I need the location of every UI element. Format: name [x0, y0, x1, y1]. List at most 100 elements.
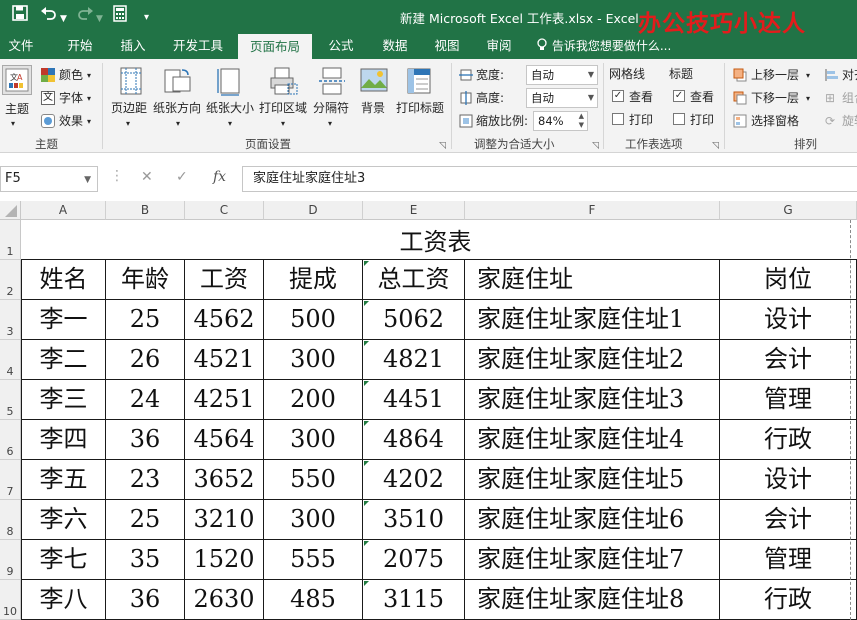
size-icon[interactable]: [215, 66, 245, 96]
column-header-d[interactable]: D: [264, 201, 363, 220]
headings-print-checkbox[interactable]: [673, 113, 685, 125]
table-cell[interactable]: 家庭住址家庭住址1: [465, 300, 720, 340]
margins-icon[interactable]: [116, 66, 146, 96]
table-cell[interactable]: 李五: [21, 460, 106, 500]
gridlines-view-checkbox[interactable]: ✓: [612, 90, 624, 102]
table-cell[interactable]: 1520: [185, 540, 264, 580]
table-cell[interactable]: 3652: [185, 460, 264, 500]
table-cell[interactable]: 行政: [720, 580, 857, 620]
print-area-icon[interactable]: [268, 66, 298, 96]
save-icon[interactable]: [12, 5, 28, 26]
header-cell[interactable]: 岗位: [720, 260, 857, 300]
tab-insert[interactable]: 插入: [110, 34, 156, 59]
table-cell[interactable]: 会计: [720, 500, 857, 540]
column-header-e[interactable]: E: [363, 201, 465, 220]
margins-dropdown-icon[interactable]: ▾: [126, 117, 130, 131]
redo-icon[interactable]: [76, 5, 94, 26]
table-cell[interactable]: 4562: [185, 300, 264, 340]
breaks-button[interactable]: 分隔符: [313, 101, 349, 115]
table-cell[interactable]: 李六: [21, 500, 106, 540]
sheet-title-cell[interactable]: 工资表: [21, 220, 850, 260]
tab-developer[interactable]: 开发工具: [162, 34, 234, 59]
table-cell[interactable]: 23: [106, 460, 185, 500]
formula-input[interactable]: 家庭住址家庭住址3: [242, 166, 857, 192]
table-cell[interactable]: 2075: [363, 540, 465, 580]
undo-icon[interactable]: [40, 5, 58, 26]
tell-me-box[interactable]: 告诉我您想要做什么...: [536, 34, 671, 59]
row-header-6[interactable]: 6: [0, 420, 21, 460]
orientation-button[interactable]: 纸张方向: [153, 101, 201, 115]
fonts-button[interactable]: 字体: [59, 91, 83, 105]
scale-launcher-icon[interactable]: ◹: [592, 139, 599, 153]
table-cell[interactable]: 4251: [185, 380, 264, 420]
height-select[interactable]: 自动 ▼: [526, 88, 598, 108]
table-cell[interactable]: 会计: [720, 340, 857, 380]
width-select[interactable]: 自动 ▼: [526, 65, 598, 85]
table-cell[interactable]: 家庭住址家庭住址5: [465, 460, 720, 500]
column-header-c[interactable]: C: [185, 201, 264, 220]
print-titles-icon[interactable]: [404, 66, 434, 96]
redo-dropdown-icon[interactable]: ▼: [96, 9, 103, 29]
table-cell[interactable]: 24: [106, 380, 185, 420]
table-cell[interactable]: 36: [106, 420, 185, 460]
table-cell[interactable]: 300: [264, 420, 363, 460]
size-button[interactable]: 纸张大小: [206, 101, 254, 115]
header-cell[interactable]: 提成: [264, 260, 363, 300]
row-header-7[interactable]: 7: [0, 460, 21, 500]
table-cell[interactable]: 3115: [363, 580, 465, 620]
send-backward-dropdown-icon[interactable]: ▾: [806, 92, 810, 106]
table-cell[interactable]: 3510: [363, 500, 465, 540]
table-cell[interactable]: 4451: [363, 380, 465, 420]
print-area-button[interactable]: 打印区域: [259, 101, 307, 115]
page-setup-launcher-icon[interactable]: ◹: [439, 139, 446, 153]
table-cell[interactable]: 4864: [363, 420, 465, 460]
row-header-9[interactable]: 9: [0, 540, 21, 580]
colors-button[interactable]: 颜色: [59, 68, 83, 82]
table-cell[interactable]: 485: [264, 580, 363, 620]
headings-view-checkbox[interactable]: ✓: [673, 90, 685, 102]
margins-button[interactable]: 页边距: [111, 101, 147, 115]
print-titles-button[interactable]: 打印标题: [396, 101, 444, 115]
tab-data[interactable]: 数据: [372, 34, 418, 59]
themes-icon[interactable]: 文A: [2, 65, 32, 95]
header-cell[interactable]: 姓名: [21, 260, 106, 300]
table-cell[interactable]: 设计: [720, 300, 857, 340]
column-header-g[interactable]: G: [720, 201, 857, 220]
selection-pane-button[interactable]: 选择窗格: [751, 114, 799, 128]
table-cell[interactable]: 李一: [21, 300, 106, 340]
effects-button[interactable]: 效果: [59, 114, 83, 128]
row-header-2[interactable]: 2: [0, 260, 21, 300]
orientation-dropdown-icon[interactable]: ▾: [176, 117, 180, 131]
fonts-dropdown-icon[interactable]: ▾: [87, 92, 91, 106]
bring-forward-dropdown-icon[interactable]: ▾: [806, 69, 810, 83]
tab-review[interactable]: 审阅: [476, 34, 522, 59]
insert-function-icon[interactable]: fx: [213, 169, 226, 185]
table-cell[interactable]: 李七: [21, 540, 106, 580]
header-cell[interactable]: 家庭住址: [465, 260, 720, 300]
undo-dropdown-icon[interactable]: ▼: [60, 9, 67, 29]
row-header-4[interactable]: 4: [0, 340, 21, 380]
row-header-10[interactable]: 10: [0, 580, 21, 620]
customize-toolbar-icon[interactable]: ▾: [144, 8, 149, 28]
row-header-5[interactable]: 5: [0, 380, 21, 420]
table-cell[interactable]: 26: [106, 340, 185, 380]
send-backward-button[interactable]: 下移一层: [751, 91, 799, 105]
column-header-b[interactable]: B: [106, 201, 185, 220]
tab-file[interactable]: 文件: [0, 34, 42, 59]
table-cell[interactable]: 35: [106, 540, 185, 580]
group-objects-button[interactable]: 组合: [842, 91, 857, 105]
table-cell[interactable]: 300: [264, 500, 363, 540]
scale-spinner[interactable]: 84% ▲ ▼: [533, 111, 588, 131]
column-header-a[interactable]: A: [21, 201, 106, 220]
select-all-corner[interactable]: [0, 201, 21, 220]
tab-view[interactable]: 视图: [424, 34, 470, 59]
table-cell[interactable]: 管理: [720, 380, 857, 420]
table-cell[interactable]: 25: [106, 500, 185, 540]
effects-dropdown-icon[interactable]: ▾: [87, 115, 91, 129]
header-cell[interactable]: 总工资: [363, 260, 465, 300]
table-cell[interactable]: 300: [264, 340, 363, 380]
tab-page-layout[interactable]: 页面布局: [238, 34, 312, 59]
table-cell[interactable]: 李四: [21, 420, 106, 460]
table-cell[interactable]: 家庭住址家庭住址7: [465, 540, 720, 580]
align-button[interactable]: 对齐: [842, 68, 857, 82]
